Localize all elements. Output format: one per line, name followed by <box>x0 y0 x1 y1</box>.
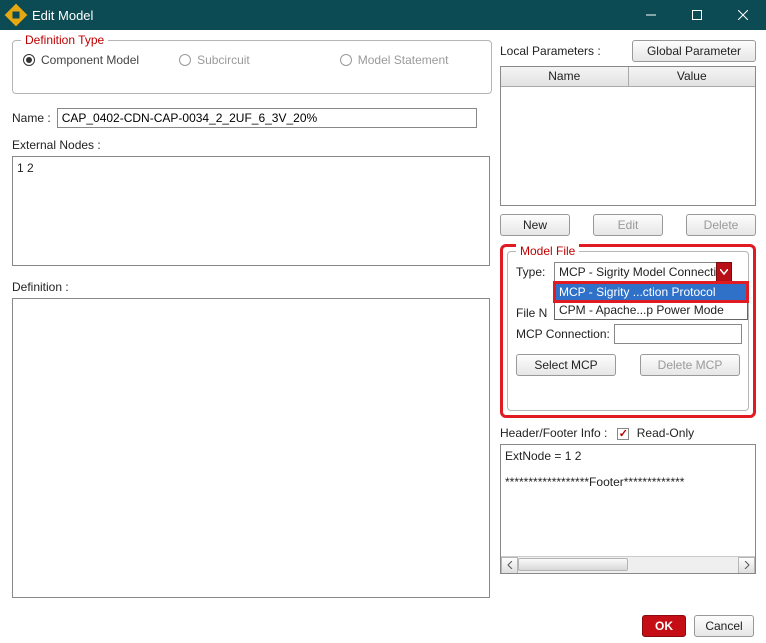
global-parameter-button[interactable]: Global Parameter <box>632 40 756 62</box>
new-button[interactable]: New <box>500 214 570 236</box>
cancel-button[interactable]: Cancel <box>694 615 754 637</box>
external-nodes-label: External Nodes : <box>12 138 492 152</box>
radio-component-model[interactable]: Component Model <box>23 53 139 67</box>
radio-subcircuit[interactable]: Subcircuit <box>179 53 250 67</box>
scroll-track[interactable] <box>518 557 738 574</box>
scroll-left-icon[interactable] <box>501 557 518 574</box>
external-nodes-value: 1 2 <box>17 161 34 175</box>
ok-button[interactable]: OK <box>642 615 686 637</box>
name-label: Name : <box>12 111 51 125</box>
delete-mcp-button[interactable]: Delete MCP <box>640 354 740 376</box>
scroll-thumb[interactable] <box>518 558 628 571</box>
delete-button[interactable]: Delete <box>686 214 756 236</box>
model-file-highlight: Model File Type: MCP - Sigrity Model Con… <box>500 244 756 418</box>
model-file-group: Model File Type: MCP - Sigrity Model Con… <box>507 251 749 411</box>
type-combo[interactable]: MCP - Sigrity Model Connecti MCP - Sigri… <box>554 262 732 282</box>
model-file-legend: Model File <box>516 244 579 258</box>
select-mcp-button[interactable]: Select MCP <box>516 354 616 376</box>
type-value: MCP - Sigrity Model Connecti <box>554 262 732 282</box>
header-footer-label: Header/Footer Info : <box>500 426 607 440</box>
window-title: Edit Model <box>32 8 93 23</box>
minimize-button[interactable] <box>628 0 674 30</box>
horizontal-scrollbar[interactable] <box>501 556 755 573</box>
definition-box[interactable] <box>12 298 490 598</box>
maximize-button[interactable] <box>674 0 720 30</box>
radio-label: Component Model <box>41 53 139 67</box>
param-col-value[interactable]: Value <box>629 67 756 86</box>
radio-label: Model Statement <box>358 53 449 67</box>
hf-line-2: ******************Footer************* <box>505 475 751 489</box>
name-input[interactable] <box>57 108 477 128</box>
param-col-name[interactable]: Name <box>501 67 629 86</box>
type-option-cpm[interactable]: CPM - Apache...p Power Mode <box>555 301 747 319</box>
external-nodes-box[interactable]: 1 2 <box>12 156 490 266</box>
hf-line-1: ExtNode = 1 2 <box>505 449 751 463</box>
radio-dot-icon <box>340 54 352 66</box>
titlebar: Edit Model <box>0 0 766 30</box>
radio-label: Subcircuit <box>197 53 250 67</box>
type-label: Type: <box>516 265 550 279</box>
edit-button[interactable]: Edit <box>593 214 663 236</box>
type-dropdown: MCP - Sigrity ...ction Protocol CPM - Ap… <box>554 282 748 320</box>
mcp-connection-input[interactable] <box>614 324 742 344</box>
parameter-table[interactable]: Name Value <box>500 66 756 206</box>
readonly-checkbox[interactable]: ✓ <box>617 428 629 440</box>
type-option-mcp[interactable]: MCP - Sigrity ...ction Protocol <box>555 283 747 301</box>
file-label: File N <box>516 306 550 320</box>
close-button[interactable] <box>720 0 766 30</box>
radio-dot-icon <box>179 54 191 66</box>
radio-dot-icon <box>23 54 35 66</box>
radio-model-statement[interactable]: Model Statement <box>340 53 449 67</box>
definition-type-group: Definition Type Component Model Subcircu… <box>12 40 492 94</box>
chevron-down-icon[interactable] <box>716 262 732 282</box>
app-icon <box>5 4 28 27</box>
header-footer-box[interactable]: ExtNode = 1 2 ******************Footer**… <box>500 444 756 574</box>
definition-type-legend: Definition Type <box>21 33 108 47</box>
local-parameters-label: Local Parameters : <box>500 44 601 58</box>
readonly-label: Read-Only <box>637 426 694 440</box>
mcp-connection-label: MCP Connection: <box>516 327 610 341</box>
scroll-right-icon[interactable] <box>738 557 755 574</box>
definition-label: Definition : <box>12 280 492 294</box>
